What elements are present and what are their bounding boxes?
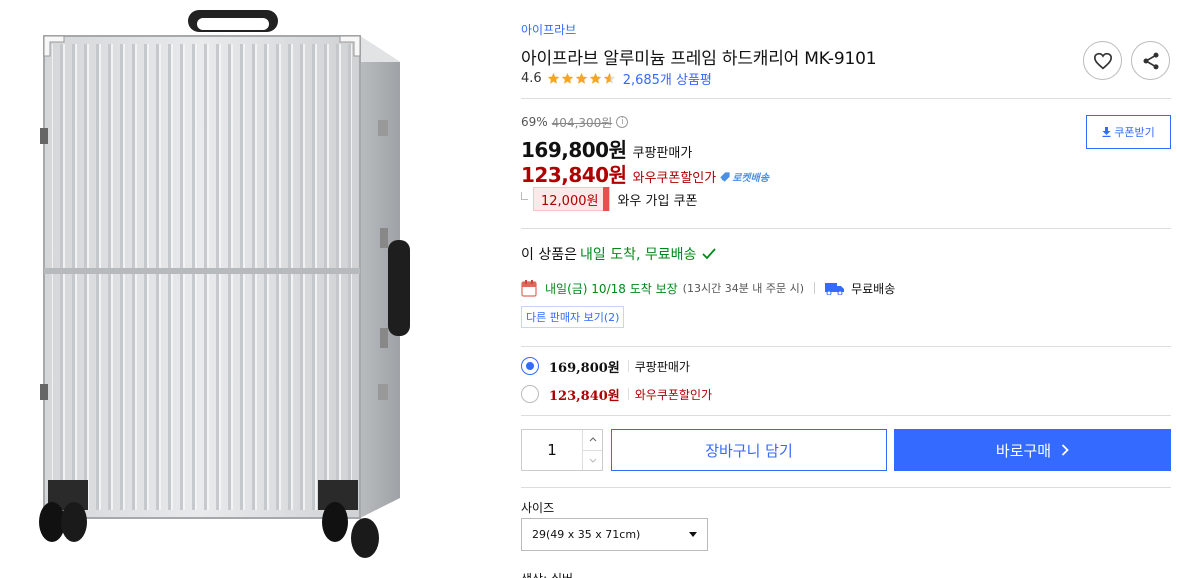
delivery-detail: 내일(금) 10/18 도착 보장 (13시간 34분 내 주문 시) 무료배송 (521, 278, 895, 298)
coupon-download-button[interactable]: 쿠폰받기 (1086, 115, 1171, 149)
star-icon (561, 72, 573, 84)
share-icon (1143, 52, 1158, 69)
divider (521, 415, 1171, 416)
product-title: 아이프라브 알루미늄 프레임 하드캐리어 MK-9101 (521, 49, 877, 69)
other-sellers-button[interactable]: 다른 판매자 보기(2) (521, 306, 625, 328)
star-icon (603, 72, 615, 84)
coupon-tag-row: 12,000원 와우 가입 쿠폰 (521, 187, 697, 211)
separator (814, 282, 816, 294)
rocket-icon (720, 172, 730, 182)
coupon-price-label: 와우쿠폰할인가 (632, 171, 717, 186)
divider (521, 98, 1171, 99)
option-price: 169,800원 (549, 360, 620, 376)
truck-icon (825, 283, 845, 295)
size-select[interactable]: 29(49 x 35 x 71cm) (521, 518, 708, 551)
divider (521, 346, 1171, 347)
product-image[interactable] (0, 0, 500, 578)
option-label: 와우쿠폰할인가 (634, 387, 713, 402)
star-icon (575, 72, 587, 84)
calendar-icon (521, 280, 537, 297)
separator (627, 360, 629, 372)
price-option-wow-coupon[interactable]: 123,840원 와우쿠폰할인가 (521, 384, 712, 404)
sale-price-label: 쿠팡판매가 (632, 146, 693, 161)
coupon-tag-amount: 12,000원 (541, 193, 599, 209)
star-icon (589, 72, 601, 84)
discount-row: 69% 404,300원 i (521, 113, 1041, 131)
share-button[interactable] (1131, 41, 1170, 80)
heart-icon (1093, 52, 1112, 69)
coupon-price-row: 123,840원 와우쿠폰할인가 로켓배송 (521, 159, 1041, 187)
delivery-headline-prefix: 이 상품은 (521, 247, 577, 263)
buy-now-button[interactable]: 바로구매 (894, 429, 1171, 471)
price-option-wow-none[interactable]: 169,800원 쿠팡판매가 (521, 356, 690, 376)
coupon-download-label: 쿠폰받기 (1114, 126, 1155, 139)
review-count-link[interactable]: 2,685개 상품평 (623, 69, 712, 88)
option-label: 쿠팡판매가 (634, 359, 690, 374)
star-icon (547, 72, 559, 84)
delivery-headline: 이 상품은 내일 도착, 무료배송 (521, 244, 717, 264)
price-option-radio[interactable] (521, 385, 539, 403)
free-shipping: 무료배송 (851, 281, 896, 296)
original-price: 404,300원 (551, 115, 613, 130)
rocket-delivery-badge: 로켓배송 (720, 169, 769, 184)
rating-row: 4.6 2,685개 상품평 (521, 69, 712, 88)
price-option-radio[interactable] (521, 357, 539, 375)
add-to-cart-button[interactable]: 장바구니 담기 (611, 429, 887, 471)
divider (521, 228, 1171, 229)
arrival-note: (13시간 34분 내 주문 시) (682, 282, 805, 295)
corner-mark (521, 192, 528, 200)
color-label: 색상: 실버 (521, 570, 573, 578)
check-icon (702, 248, 717, 260)
buy-now-label: 바로구매 (995, 441, 1052, 460)
caret-down-icon (689, 532, 697, 537)
rating-stars (547, 72, 617, 85)
quantity-decrease-button[interactable] (583, 449, 602, 471)
price-block: 69% 404,300원 i 169,800원 쿠팡판매가 123,840원 와… (521, 113, 1041, 187)
size-selected-value: 29(49 x 35 x 71cm) (532, 528, 641, 541)
separator (627, 388, 629, 400)
delivery-headline-highlight: 내일 도착, 무료배송 (579, 247, 697, 263)
brand-link[interactable]: 아이프라브 (521, 21, 576, 38)
info-icon[interactable]: i (616, 116, 629, 128)
coupon-tag-label: 와우 가입 쿠폰 (617, 193, 698, 209)
sale-price-row: 169,800원 쿠팡판매가 (521, 134, 1041, 162)
wish-button[interactable] (1083, 41, 1122, 80)
size-label: 사이즈 (521, 501, 555, 515)
suitcase-illustration (39, 10, 410, 558)
divider (521, 487, 1171, 488)
option-price: 123,840원 (549, 388, 620, 404)
product-info: 아이프라브 아이프라브 알루미늄 프레임 하드캐리어 MK-9101 4.6 2… (521, 0, 1171, 578)
quantity-stepper[interactable] (521, 429, 603, 471)
coupon-tag-notch (603, 187, 610, 211)
chevron-up-icon (589, 437, 596, 442)
quantity-increase-button[interactable] (583, 430, 602, 450)
chevron-right-icon (1061, 444, 1069, 456)
chevron-down-icon (589, 458, 596, 463)
quantity-input[interactable] (522, 430, 582, 470)
discount-rate: 69% (521, 115, 548, 129)
coupon-tag: 12,000원 (533, 187, 611, 211)
coupon-price: 123,840원 (521, 163, 627, 187)
download-icon (1102, 127, 1111, 137)
rating-score: 4.6 (521, 70, 542, 86)
rocket-badge-label: 로켓배송 (732, 173, 770, 184)
arrival-date: 내일(금) 10/18 도착 보장 (545, 281, 678, 296)
quantity-steps (582, 430, 602, 470)
